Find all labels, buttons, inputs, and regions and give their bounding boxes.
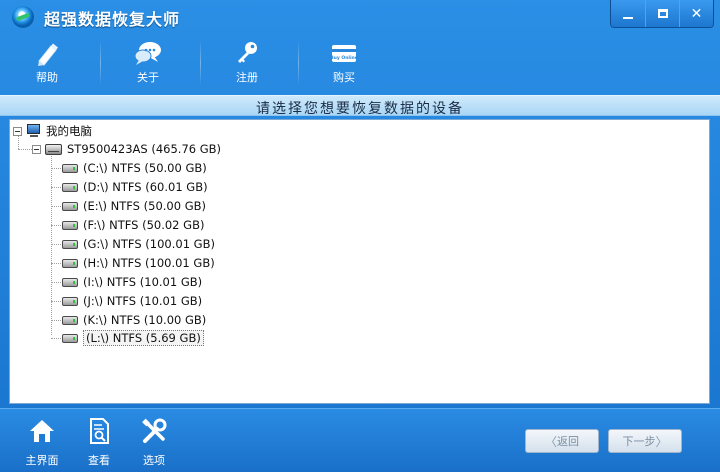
home-button[interactable]: 主界面 — [20, 417, 64, 468]
partition-label: (J:\) NTFS (10.01 GB) — [83, 294, 203, 308]
tree-node-partition[interactable]: (E:\) NTFS (50.00 GB) — [62, 197, 206, 215]
tree-connector — [51, 301, 61, 302]
partition-label: (H:\) NTFS (100.01 GB) — [83, 256, 215, 270]
drive-icon — [62, 333, 78, 343]
tree-connector — [51, 225, 61, 226]
partition-label: (D:\) NTFS (60.01 GB) — [83, 180, 208, 194]
tree-connector — [51, 338, 61, 339]
partition-label: (I:\) NTFS (10.01 GB) — [83, 275, 203, 289]
home-label: 主界面 — [25, 454, 59, 467]
app-logo-icon — [12, 6, 34, 28]
partition-label: (E:\) NTFS (50.00 GB) — [83, 199, 206, 213]
window-title: 超强数据恢复大师 — [44, 10, 181, 29]
computer-icon — [26, 124, 42, 138]
drive-icon — [62, 163, 78, 173]
document-search-icon — [90, 418, 109, 444]
card-text: Buy Online — [330, 55, 358, 61]
chat-bubbles-icon — [134, 42, 161, 65]
main-toolbar: 帮助 关于 注册 Buy Online 购买 — [0, 34, 720, 90]
drive-icon — [62, 220, 78, 230]
drive-icon — [62, 277, 78, 287]
toolbar-separator — [200, 40, 201, 86]
tree-node-partition[interactable]: (I:\) NTFS (10.01 GB) — [62, 273, 202, 291]
maximize-button[interactable] — [645, 0, 679, 27]
window-controls: ✕ — [610, 0, 714, 28]
tree-node-partition[interactable]: (H:\) NTFS (100.01 GB) — [62, 254, 215, 272]
minimize-icon — [623, 16, 633, 19]
tree-connector — [51, 187, 61, 188]
tree-node-disk[interactable]: ST9500423AS (465.76 GB) — [32, 140, 221, 158]
partition-label: (K:\) NTFS (10.00 GB) — [83, 313, 207, 327]
tree-node-my-computer[interactable]: 我的电脑 — [13, 122, 92, 140]
tree-node-partition[interactable]: (K:\) NTFS (10.00 GB) — [62, 311, 206, 329]
device-tree: 我的电脑 ST9500423AS (465.76 GB) (C:\) NTFS … — [9, 119, 710, 404]
about-label: 关于 — [137, 71, 159, 84]
tools-icon — [142, 418, 167, 443]
collapse-toggle[interactable] — [32, 144, 41, 154]
pencil-icon — [38, 43, 58, 66]
next-arrow-icon: 〉 — [655, 434, 668, 449]
options-button[interactable]: 选项 — [132, 417, 176, 468]
buy-button[interactable]: Buy Online 购买 — [299, 34, 389, 90]
tree-connector — [51, 263, 61, 264]
key-icon — [238, 42, 257, 63]
back-label: 返回 — [557, 435, 579, 448]
tree-connector — [51, 206, 61, 207]
tree-connector — [51, 244, 61, 245]
hard-disk-icon — [45, 143, 62, 155]
next-label: 下一步 — [622, 435, 656, 448]
about-button[interactable]: 关于 — [103, 34, 193, 90]
minimize-button[interactable] — [611, 0, 645, 27]
tree-connector — [51, 282, 61, 283]
tree-node-partition[interactable]: (D:\) NTFS (60.01 GB) — [62, 178, 208, 196]
register-button[interactable]: 注册 — [202, 34, 292, 90]
close-icon: ✕ — [690, 5, 703, 22]
tree-node-partition[interactable]: (G:\) NTFS (100.01 GB) — [62, 235, 215, 253]
drive-icon — [62, 201, 78, 211]
toolbar-separator — [100, 40, 101, 86]
drive-icon — [62, 239, 78, 249]
buy-label: 购买 — [333, 71, 355, 84]
maximize-icon — [657, 9, 668, 18]
register-label: 注册 — [236, 71, 258, 84]
home-icon — [30, 420, 54, 442]
tree-connector — [18, 149, 32, 150]
partition-label: (C:\) NTFS (50.00 GB) — [83, 161, 207, 175]
back-arrow-icon: 〈 — [544, 434, 557, 449]
partition-label: (G:\) NTFS (100.01 GB) — [83, 237, 215, 251]
back-button[interactable]: 〈 返回 — [525, 429, 599, 453]
tree-node-partition-selected[interactable]: (L:\) NTFS (5.69 GB) — [62, 329, 204, 347]
tree-node-partition[interactable]: (F:\) NTFS (50.02 GB) — [62, 216, 204, 234]
tree-node-label: ST9500423AS (465.76 GB) — [67, 142, 222, 156]
partition-label: (L:\) NTFS (5.69 GB) — [83, 330, 204, 346]
drive-icon — [62, 315, 78, 325]
drive-icon — [62, 258, 78, 268]
tree-connector — [51, 168, 61, 169]
view-label: 查看 — [88, 454, 110, 467]
tree-node-partition[interactable]: (J:\) NTFS (10.01 GB) — [62, 292, 202, 310]
tree-connector — [51, 320, 61, 321]
partition-label: (F:\) NTFS (50.02 GB) — [83, 218, 205, 232]
close-button[interactable]: ✕ — [679, 0, 713, 27]
card-icon: Buy Online — [330, 45, 358, 62]
app-window: 超强数据恢复大师 ✕ 帮助 关于 注册 Buy Online 购买 请选择您想要… — [0, 0, 720, 472]
tree-node-label: 我的电脑 — [46, 124, 92, 138]
options-label: 选项 — [143, 454, 165, 467]
view-button[interactable]: 查看 — [77, 417, 121, 468]
help-label: 帮助 — [36, 71, 58, 84]
next-button[interactable]: 下一步 〉 — [608, 429, 682, 453]
page-heading: 请选择您想要恢复数据的设备 — [256, 101, 464, 117]
tree-node-partition[interactable]: (C:\) NTFS (50.00 GB) — [62, 159, 207, 177]
title-bar[interactable]: 超强数据恢复大师 ✕ — [0, 0, 720, 34]
drive-icon — [62, 296, 78, 306]
heading-band: 请选择您想要恢复数据的设备 — [0, 95, 720, 117]
drive-icon — [62, 182, 78, 192]
help-button[interactable]: 帮助 — [2, 34, 92, 90]
collapse-toggle[interactable] — [13, 126, 22, 136]
bottom-bar: 主界面 查看 选项 〈 返回 下一步 〉 — [0, 408, 720, 472]
